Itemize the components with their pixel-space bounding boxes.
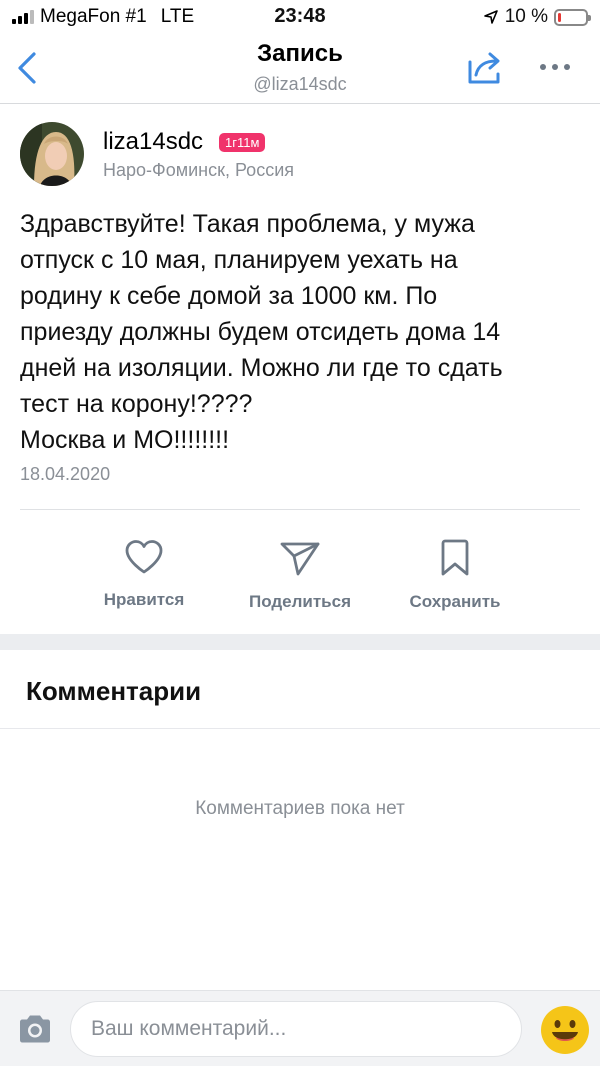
more-dots-icon[interactable]: [540, 64, 570, 70]
paper-plane-icon: [280, 542, 320, 576]
bookmark-icon: [441, 539, 469, 576]
post-actions: Нравится Поделиться Сохранить: [0, 510, 600, 634]
account-age-badge: 1г11м: [219, 133, 266, 152]
nav-bar: Запись @liza14sdc: [0, 34, 600, 104]
share-icon[interactable]: [466, 48, 504, 86]
share-post-button[interactable]: Поделиться: [230, 538, 370, 612]
battery-level-fill: [558, 12, 561, 22]
heart-icon: [125, 540, 163, 574]
like-label: Нравится: [103, 590, 185, 609]
avatar-image: [20, 122, 84, 186]
emoji-icon[interactable]: [540, 1005, 590, 1055]
page-subtitle: @liza14sdc: [253, 74, 347, 94]
save-button[interactable]: Сохранить: [385, 538, 525, 612]
author-name[interactable]: liza14sdc: [103, 128, 203, 156]
like-button[interactable]: Нравится: [74, 538, 214, 610]
comments-title: Комментарии: [26, 676, 202, 706]
battery-percent: 10 %: [504, 6, 548, 27]
post-text: Здравствуйте! Такая проблема, у мужа отп…: [20, 210, 503, 454]
camera-icon[interactable]: [16, 1013, 54, 1045]
post-header: liza14sdc 1г11м Наро-Фоминск, Россия: [20, 122, 580, 188]
battery-icon: [554, 8, 591, 26]
save-label: Сохранить: [409, 592, 501, 611]
post-date: 18.04.2020: [20, 464, 111, 484]
divider: [0, 728, 600, 729]
location-arrow-icon: [483, 10, 498, 24]
author-location: Наро-Фоминск, Россия: [103, 160, 294, 180]
status-right: 10 %: [483, 6, 591, 28]
no-comments-message: Комментариев пока нет: [195, 798, 405, 819]
status-bar: MegaFon #1 LTE 23:48 10 %: [0, 0, 600, 34]
page-title: Запись: [257, 40, 343, 67]
share-label: Поделиться: [248, 592, 352, 611]
comment-input-bar: [0, 990, 600, 1066]
comment-input[interactable]: [70, 1001, 522, 1057]
avatar[interactable]: [20, 122, 84, 186]
section-separator: [0, 634, 600, 650]
